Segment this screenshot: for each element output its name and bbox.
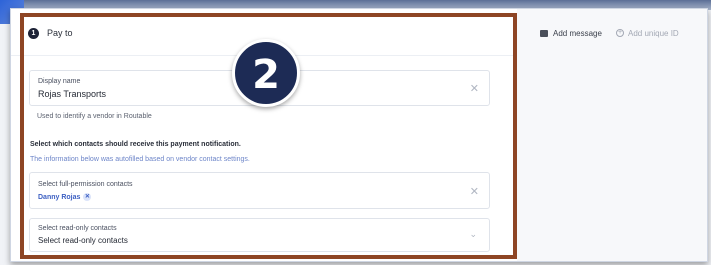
full-permission-contacts-field[interactable]: Select full-permission contacts Danny Ro…	[29, 172, 490, 209]
contact-chip-label: Danny Rojas	[38, 193, 81, 201]
read-only-select[interactable]: Select read-only contacts	[38, 236, 128, 245]
full-permission-label: Select full-permission contacts	[38, 181, 133, 188]
add-message-button[interactable]: Add message	[553, 29, 602, 38]
remove-chip-icon[interactable]: ✕	[83, 193, 92, 201]
close-icon[interactable]: ✕	[470, 82, 479, 95]
pay-to-title: Pay to	[47, 28, 73, 38]
contact-chip[interactable]: Danny Rojas ✕	[38, 193, 92, 201]
message-icon	[540, 30, 548, 37]
plus-circle-icon: +	[616, 29, 624, 37]
step-number-icon: 1	[28, 28, 39, 39]
step-badge: 2	[232, 39, 300, 107]
display-name-input[interactable]: Rojas Transports	[38, 89, 106, 99]
read-only-contacts-field[interactable]: Select read-only contacts Select read-on…	[29, 218, 490, 252]
display-name-helper: Used to identify a vendor in Routable	[37, 113, 152, 120]
add-unique-id-button[interactable]: Add unique ID	[628, 29, 679, 38]
chevron-down-icon[interactable]: ⌄	[469, 229, 477, 240]
side-actions-panel	[517, 9, 707, 261]
read-only-label: Select read-only contacts	[38, 225, 117, 232]
autofill-note: The information below was autofilled bas…	[30, 156, 250, 163]
display-name-label: Display name	[38, 78, 81, 85]
close-icon[interactable]: ✕	[470, 185, 479, 198]
contacts-heading: Select which contacts should receive thi…	[30, 141, 241, 148]
